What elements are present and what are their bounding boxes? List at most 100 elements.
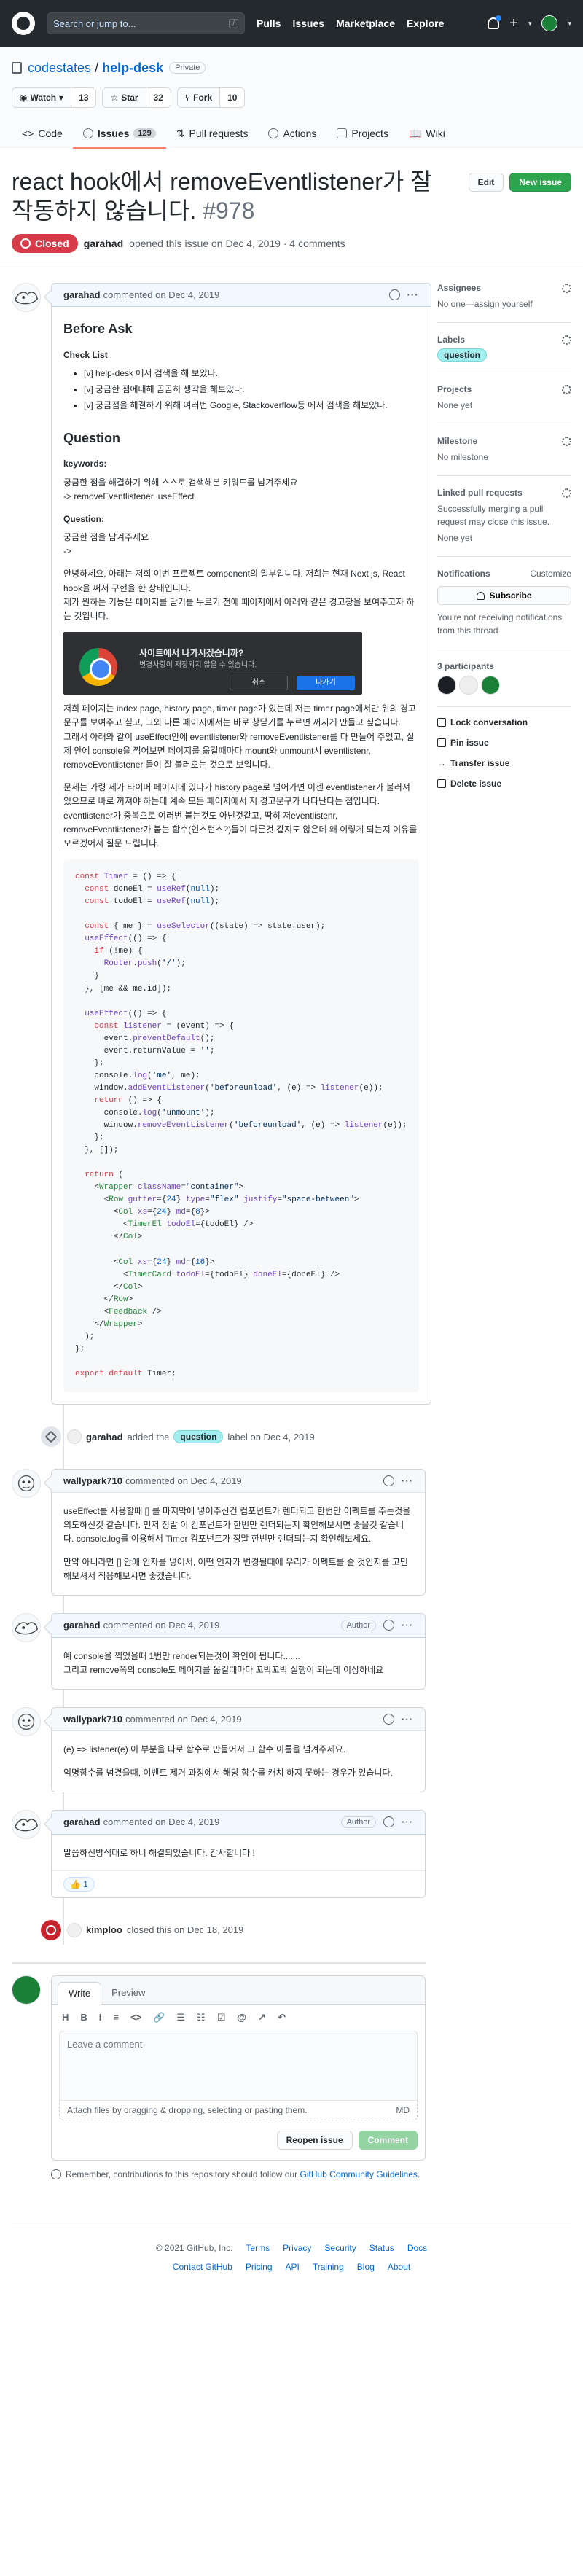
repo-name-link[interactable]: help-desk (102, 61, 163, 75)
gear-icon[interactable] (562, 384, 571, 394)
subscribe-button[interactable]: Subscribe (437, 586, 571, 605)
star-button[interactable]: ☆ Star 32 (102, 87, 171, 108)
tab-actions[interactable]: Actions (258, 120, 326, 149)
gear-icon[interactable] (562, 335, 571, 345)
comment-author-link[interactable]: garahad (63, 289, 101, 300)
heading-icon[interactable]: H (62, 2012, 69, 2023)
link-icon[interactable]: 🔗 (153, 2012, 165, 2023)
notifications-bell-icon[interactable] (488, 15, 502, 29)
saved-replies-icon[interactable]: ↶ (278, 2012, 286, 2023)
footer-link-security[interactable]: Security (324, 2243, 356, 2253)
watch-button[interactable]: ◉ Watch ▾ 13 (12, 87, 97, 108)
participant-avatar[interactable] (437, 676, 456, 695)
numbered-list-icon[interactable]: ☷ (197, 2012, 206, 2023)
avatar[interactable] (12, 1707, 41, 1737)
github-logo-icon[interactable] (12, 12, 35, 35)
event-actor-link[interactable]: garahad (86, 1432, 123, 1443)
kebab-horizontal-icon[interactable]: ··· (402, 1816, 413, 1827)
edit-title-button[interactable]: Edit (468, 173, 504, 192)
add-reaction-icon[interactable] (383, 1475, 394, 1487)
comment-author-link[interactable]: wallypark710 (63, 1475, 122, 1486)
event-actor-link[interactable]: kimploo (86, 1924, 122, 1935)
gear-icon[interactable] (562, 488, 571, 498)
footer-link-api[interactable]: API (286, 2262, 300, 2272)
footer-link-status[interactable]: Status (369, 2243, 394, 2253)
issue-author-link[interactable]: garahad (84, 238, 123, 249)
participant-avatar[interactable] (481, 676, 500, 695)
comment-button[interactable]: Comment (358, 2130, 418, 2150)
footer-link-blog[interactable]: Blog (357, 2262, 375, 2272)
chevron-down-icon[interactable]: ▾ (568, 20, 571, 28)
search-input[interactable]: Search or jump to... / (47, 12, 245, 34)
mention-icon[interactable]: @ (237, 2012, 246, 2023)
comment-timestamp[interactable]: commented on Dec 4, 2019 (125, 1714, 242, 1725)
comment-timestamp[interactable]: commented on Dec 4, 2019 (103, 289, 220, 300)
tab-wiki[interactable]: 📖 Wiki (399, 120, 455, 149)
star-count[interactable]: 32 (145, 88, 171, 107)
transfer-issue-link[interactable]: → Transfer issue (437, 758, 571, 768)
label-question[interactable]: question (437, 348, 487, 362)
kebab-horizontal-icon[interactable]: ··· (402, 1714, 413, 1725)
bold-icon[interactable]: B (80, 2012, 87, 2023)
linked-pr-title[interactable]: Linked pull requests (437, 488, 523, 498)
bulleted-list-icon[interactable]: ☰ (176, 2012, 185, 2023)
italic-icon[interactable]: I (99, 2012, 102, 2023)
tab-code[interactable]: <> Code (12, 120, 73, 149)
repo-owner-link[interactable]: codestates (28, 61, 91, 75)
attach-files-area[interactable]: Attach files by dragging & dropping, sel… (59, 2100, 418, 2120)
nav-marketplace[interactable]: Marketplace (336, 17, 395, 29)
milestone-title[interactable]: Milestone (437, 436, 477, 446)
screenshot-image[interactable]: 사이트에서 나가시겠습니까? 변경사항이 저장되지 않을 수 있습니다. 취소 … (63, 632, 362, 695)
avatar[interactable] (67, 1429, 82, 1445)
add-reaction-icon[interactable] (383, 1620, 394, 1631)
reopen-issue-button[interactable]: Reopen issue (276, 2130, 353, 2150)
cross-reference-icon[interactable]: ↗ (258, 2012, 266, 2023)
lock-conversation-link[interactable]: Lock conversation (437, 717, 571, 727)
comment-timestamp[interactable]: commented on Dec 4, 2019 (125, 1475, 242, 1486)
assignees-value[interactable]: No one—assign yourself (437, 297, 571, 311)
gear-icon[interactable] (562, 436, 571, 446)
task-list-icon[interactable]: ☑ (217, 2012, 226, 2023)
footer-link-terms[interactable]: Terms (246, 2243, 270, 2253)
kebab-horizontal-icon[interactable]: ··· (407, 289, 419, 300)
fork-button[interactable]: ⑂ Fork 10 (176, 87, 246, 108)
tab-projects[interactable]: Projects (326, 120, 399, 149)
kebab-horizontal-icon[interactable]: ··· (402, 1620, 413, 1631)
code-icon[interactable]: <> (130, 2012, 141, 2023)
assignees-title[interactable]: Assignees (437, 283, 481, 293)
avatar[interactable] (12, 1975, 41, 2005)
labels-title[interactable]: Labels (437, 335, 465, 345)
comment-author-link[interactable]: garahad (63, 1620, 101, 1631)
comment-textarea[interactable]: Leave a comment (59, 2030, 418, 2101)
avatar[interactable] (12, 283, 41, 312)
new-issue-button[interactable]: New issue (509, 173, 571, 192)
kebab-horizontal-icon[interactable]: ··· (402, 1475, 413, 1486)
footer-link-contact[interactable]: Contact GitHub (173, 2262, 232, 2272)
comment-author-link[interactable]: wallypark710 (63, 1714, 122, 1725)
nav-issues[interactable]: Issues (292, 17, 324, 29)
preview-tab[interactable]: Preview (101, 1982, 155, 2004)
projects-title[interactable]: Projects (437, 384, 472, 394)
add-reaction-icon[interactable] (383, 1816, 394, 1828)
participant-avatar[interactable] (459, 676, 478, 695)
tab-issues[interactable]: Issues 129 (72, 120, 166, 149)
comment-author-link[interactable]: garahad (63, 1816, 101, 1827)
thumbs-up-reaction[interactable]: 👍 1 (63, 1876, 95, 1892)
chevron-down-icon[interactable]: ▾ (528, 20, 532, 28)
tab-pull-requests[interactable]: ⇅ Pull requests (166, 120, 259, 149)
add-reaction-icon[interactable] (388, 289, 400, 300)
nav-explore[interactable]: Explore (407, 17, 444, 29)
label-question[interactable]: question (173, 1430, 224, 1444)
write-tab[interactable]: Write (58, 1981, 102, 2005)
footer-link-training[interactable]: Training (313, 2262, 344, 2272)
avatar[interactable] (12, 1612, 41, 1642)
avatar[interactable] (12, 1809, 41, 1839)
customize-link[interactable]: Customize (530, 569, 571, 579)
comment-timestamp[interactable]: commented on Dec 4, 2019 (103, 1816, 220, 1827)
delete-issue-link[interactable]: Delete issue (437, 778, 571, 789)
nav-pulls[interactable]: Pulls (257, 17, 281, 29)
footer-link-privacy[interactable]: Privacy (283, 2243, 311, 2253)
footer-link-about[interactable]: About (388, 2262, 410, 2272)
footer-link-pricing[interactable]: Pricing (246, 2262, 273, 2272)
quote-icon[interactable]: ≡ (113, 2012, 119, 2023)
